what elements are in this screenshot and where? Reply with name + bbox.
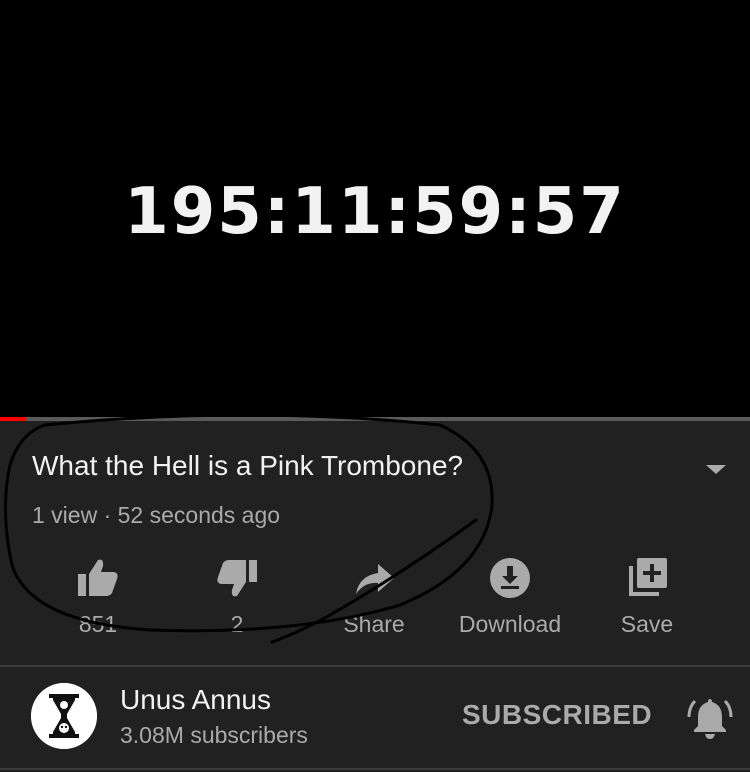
- playlist-add-icon: [629, 558, 667, 596]
- chevron-down-icon[interactable]: [703, 460, 729, 478]
- countdown-timer: 195:11:59:57: [124, 175, 626, 249]
- section-divider: [0, 665, 750, 667]
- hourglass-skull-icon: [31, 683, 97, 749]
- channel-avatar[interactable]: [31, 683, 97, 749]
- save-label: Save: [620, 611, 674, 637]
- app-screen: 195:11:59:57 What the Hell is a Pink Tro…: [0, 0, 750, 772]
- dislike-button[interactable]: 2: [167, 552, 307, 648]
- download-button[interactable]: Download: [440, 552, 580, 648]
- video-player[interactable]: 195:11:59:57: [0, 0, 750, 417]
- thumbs-down-icon: [217, 560, 257, 597]
- thumbs-up-icon: [78, 559, 118, 596]
- video-title[interactable]: What the Hell is a Pink Trombone?: [32, 448, 463, 484]
- share-icon: [356, 564, 394, 594]
- bottom-divider: [0, 768, 750, 770]
- channel-name[interactable]: Unus Annus: [120, 683, 271, 717]
- subscriber-count: 3.08M subscribers: [120, 722, 308, 748]
- like-button[interactable]: 851: [28, 552, 168, 648]
- like-count: 851: [78, 611, 118, 637]
- download-icon: [490, 558, 530, 598]
- share-label: Share: [343, 611, 405, 637]
- video-progress-fill: [0, 417, 27, 421]
- download-label: Download: [458, 611, 562, 637]
- video-progress-bar[interactable]: [0, 417, 750, 421]
- video-meta: 1 view · 52 seconds ago: [32, 502, 281, 528]
- save-button[interactable]: Save: [577, 552, 717, 648]
- dislike-count: 2: [230, 611, 244, 637]
- notification-bell-icon[interactable]: [686, 693, 734, 741]
- share-button[interactable]: Share: [304, 552, 444, 648]
- subscribed-button[interactable]: SUBSCRIBED: [462, 698, 662, 732]
